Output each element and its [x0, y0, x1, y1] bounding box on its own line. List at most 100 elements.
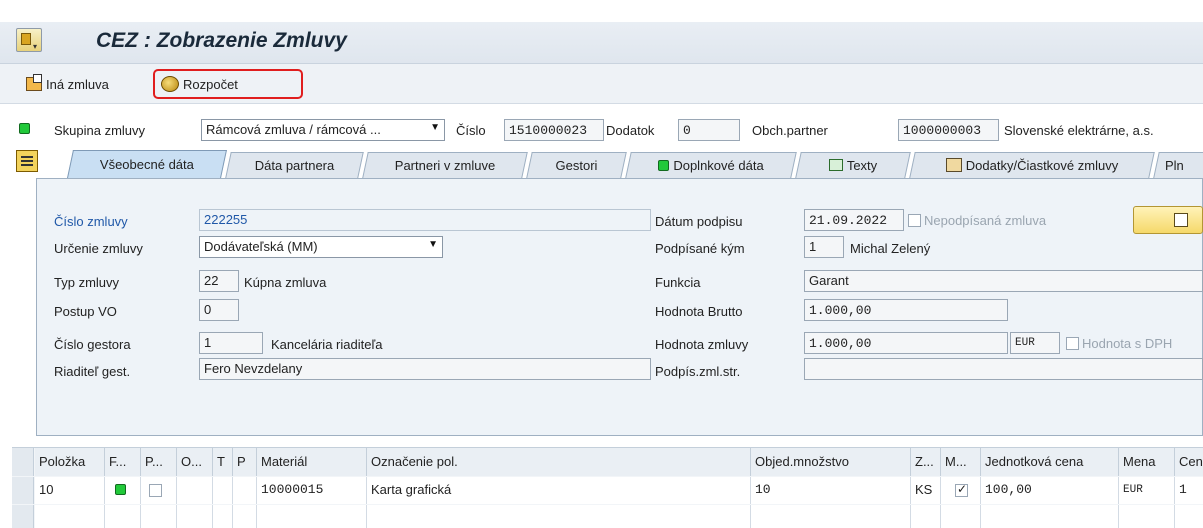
type-code-field[interactable]: 22	[199, 270, 239, 292]
tab-contract-partners[interactable]: Partneri v zmluve	[362, 152, 528, 178]
addendum-field[interactable]: 0	[678, 119, 740, 141]
tab-fulfillment[interactable]: Pln	[1153, 152, 1203, 178]
tab-general-data[interactable]: Všeobecné dáta	[67, 150, 227, 178]
partner-label: Obch.partner	[752, 123, 828, 138]
director-field[interactable]: Fero Nevzdelany	[199, 358, 651, 380]
type-label: Typ zmluvy	[54, 275, 120, 290]
application-toolbar: Iná zmluva Rozpočet	[0, 64, 1203, 104]
table-cell[interactable]: 10000015	[257, 477, 367, 504]
purpose-label: Určenie zmluvy	[54, 241, 143, 256]
unsigned-label: Nepodpísaná zmluva	[924, 213, 1047, 228]
vat-label: Hodnota s DPH	[1082, 336, 1173, 351]
purpose-dropdown[interactable]: Dodávateľská (MM) ▼	[199, 236, 443, 258]
column-header[interactable]: Položka	[35, 448, 105, 476]
column-header[interactable]: Označenie pol.	[367, 448, 751, 476]
row-selector[interactable]	[12, 477, 34, 504]
tab-label: Pln	[1165, 157, 1184, 173]
empty-cell	[911, 505, 941, 528]
signed-by-name: Michal Zelený	[850, 241, 931, 256]
contract-no-field[interactable]: 222255	[199, 209, 651, 231]
empty-cell	[751, 505, 911, 528]
column-header[interactable]: M...	[941, 448, 981, 476]
partner-id-field[interactable]: 1000000003	[898, 119, 999, 141]
empty-cell	[1175, 505, 1203, 528]
empty-cell	[1119, 505, 1175, 528]
function-field[interactable]: Garant	[804, 270, 1203, 292]
vat-checkbox[interactable]	[1066, 337, 1079, 350]
empty-cell	[941, 505, 981, 528]
sign-date-label: Dátum podpisu	[655, 214, 743, 229]
status-led-icon	[19, 123, 30, 134]
chevron-down-icon: ▼	[428, 239, 438, 250]
details-button[interactable]	[1133, 206, 1203, 234]
column-header[interactable]: T	[213, 448, 233, 476]
guarantor-name: Kancelária riaditeľa	[271, 337, 383, 352]
tab-guarantors[interactable]: Gestori	[526, 152, 627, 178]
currency-field[interactable]: EUR	[1010, 332, 1060, 354]
row-selector[interactable]	[12, 505, 34, 528]
document-icon	[26, 74, 42, 91]
unsigned-checkbox[interactable]	[908, 214, 921, 227]
tab-label: Dodatky/Čiastkové zmluvy	[965, 157, 1119, 173]
procedure-field[interactable]: 0	[199, 299, 239, 321]
column-header[interactable]: Jednotková cena	[981, 448, 1119, 476]
empty-cell	[105, 505, 141, 528]
budget-icon	[161, 76, 179, 92]
status-led-icon	[115, 484, 126, 495]
table-cell[interactable]: 100,00	[981, 477, 1119, 504]
column-header[interactable]: Objed.množstvo	[751, 448, 911, 476]
column-header[interactable]: Z...	[911, 448, 941, 476]
select-all-cell[interactable]	[12, 448, 34, 476]
table-cell[interactable]: KS	[911, 477, 941, 504]
director-label: Riaditeľ gest.	[54, 364, 131, 379]
table-cell[interactable]: EUR	[1119, 477, 1175, 504]
tab-label: Partneri v zmluve	[394, 157, 496, 173]
tab-label: Texty	[846, 157, 878, 173]
tab-label: Dáta partnera	[254, 157, 335, 173]
contract-group-dropdown[interactable]: Rámcová zmluva / rámcová ... ▼	[201, 119, 445, 141]
table-cell[interactable]: 10	[35, 477, 105, 504]
empty-cell	[233, 505, 257, 528]
column-header[interactable]: Mena	[1119, 448, 1175, 476]
signatory-label: Podpís.zml.str.	[655, 364, 741, 379]
table-cell	[233, 477, 257, 504]
contract-value-label: Hodnota zmluvy	[655, 337, 749, 352]
sign-date-field[interactable]: 21.09.2022	[804, 209, 904, 231]
column-header[interactable]: P	[233, 448, 257, 476]
column-header[interactable]: Materiál	[257, 448, 367, 476]
table-cell[interactable]: 10	[751, 477, 911, 504]
table-cell[interactable]: Karta grafická	[367, 477, 751, 504]
column-header[interactable]: Cen	[1175, 448, 1203, 476]
contract-number-field[interactable]: 1510000023	[504, 119, 604, 141]
system-menu-icon[interactable]: ▾	[16, 28, 42, 52]
gross-value-field[interactable]: 1.000,00	[804, 299, 1008, 321]
other-contract-button[interactable]: Iná zmluva	[20, 70, 115, 98]
tab-addenda[interactable]: Dodatky/Čiastkové zmluvy	[909, 152, 1155, 178]
column-header[interactable]: P...	[141, 448, 177, 476]
contract-value-field[interactable]: 1.000,00	[804, 332, 1008, 354]
tab-additional-data[interactable]: Doplnkové dáta	[625, 152, 797, 178]
purpose-value: Dodávateľská (MM)	[204, 239, 318, 254]
row-checkbox[interactable]	[149, 484, 162, 497]
collapse-header-icon[interactable]	[16, 150, 38, 172]
column-header[interactable]: O...	[177, 448, 213, 476]
empty-cell	[177, 505, 213, 528]
contract-group-value: Rámcová zmluva / rámcová ...	[206, 122, 381, 137]
procedure-label: Postup VO	[54, 304, 117, 319]
tab-texts[interactable]: Texty	[795, 152, 911, 178]
table-cell	[177, 477, 213, 504]
table-cell[interactable]: 1	[1175, 477, 1203, 504]
tab-label: Gestori	[555, 157, 598, 173]
gross-value-label: Hodnota Brutto	[655, 304, 743, 319]
empty-cell	[35, 505, 105, 528]
items-table: Položka F... P... O... T P Materiál Ozna…	[12, 447, 1203, 528]
status-led-icon	[658, 159, 670, 171]
tab-partner-data[interactable]: Dáta partnera	[225, 152, 364, 178]
signatory-field[interactable]	[804, 358, 1203, 380]
column-header[interactable]: F...	[105, 448, 141, 476]
budget-button[interactable]: Rozpočet	[153, 69, 303, 99]
row-checkbox-checked[interactable]	[955, 482, 968, 497]
tab-strip: Všeobecné dáta Dáta partnera Partneri v …	[44, 150, 1203, 178]
guarantor-no-field[interactable]: 1	[199, 332, 263, 354]
signed-by-code-field[interactable]: 1	[804, 236, 844, 258]
